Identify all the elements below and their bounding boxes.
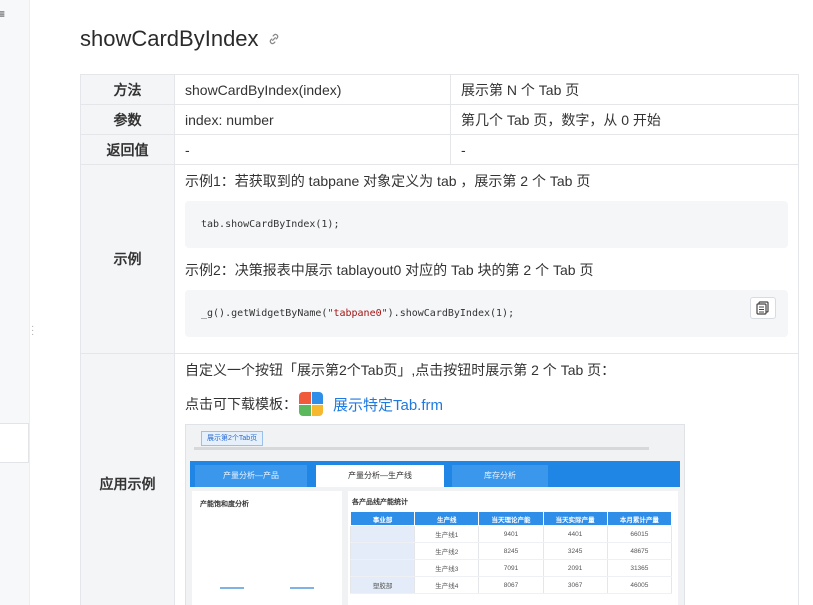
copy-button[interactable] — [750, 297, 776, 319]
preview-tab-active: 产量分析—生产线 — [316, 465, 444, 487]
preview-button: 展示第2个Tab页 — [201, 431, 264, 446]
preview-right-panel: 各产品线产能统计 事业部 生产线 当天理论产能 当天实际产量 本月累计产量 生产… — [348, 491, 678, 605]
code-text[interactable]: tab.showCardByIndex(1); — [201, 219, 339, 230]
sidebar-search-field[interactable] — [0, 423, 29, 463]
link-icon[interactable] — [267, 32, 281, 46]
resize-handle[interactable]: · · · — [31, 322, 34, 340]
preview-tab-bar: 产量分析—产品 产量分析—生产线 库存分析 — [190, 461, 680, 487]
preview-row: 生产线1 9401 4401 66015 — [349, 525, 673, 543]
preview-chart-bar — [290, 587, 314, 589]
row-header: 返回值 — [80, 134, 175, 165]
frm-file-icon — [299, 392, 323, 416]
row-header: 示例 — [80, 164, 175, 354]
application-cell: 自定义一个按钮「展示第2个Tab页」,点击按钮时展示第 2 个 Tab 页： 点… — [174, 353, 799, 605]
api-table: 方法 showCardByIndex(index) 展示第 N 个 Tab 页 … — [80, 74, 799, 605]
table-row-example: 示例 示例1：若获取到的 tabpane 对象定义为 tab ，展示第 2 个 … — [80, 164, 799, 354]
application-description: 自定义一个按钮「展示第2个Tab页」,点击按钮时展示第 2 个 Tab 页： — [185, 362, 616, 378]
sidebar: ≡ — [0, 0, 30, 605]
download-label: 点击可下载模板： — [185, 396, 297, 412]
row-header: 参数 — [80, 104, 175, 135]
download-link[interactable]: 展示特定Tab.frm — [333, 394, 443, 415]
preview-col-header: 生产线 — [414, 511, 480, 526]
menu-icon[interactable]: ≡ — [0, 8, 5, 20]
preview-tab: 产量分析—产品 — [195, 465, 307, 487]
preview-chart-bar — [220, 587, 244, 589]
preview-left-title: 产能饱和度分析 — [200, 501, 249, 508]
preview-row: 生产线2 8245 3245 48675 — [349, 542, 673, 560]
code-text[interactable]: _g().getWidgetByName("tabpane0").showCar… — [201, 308, 514, 319]
preview-col-header: 当天实际产量 — [542, 511, 608, 526]
param-signature: index: number — [174, 104, 451, 135]
method-description: 展示第 N 个 Tab 页 — [450, 74, 799, 105]
preview-col-header: 当天理论产能 — [478, 511, 544, 526]
row-header: 应用示例 — [80, 353, 175, 605]
preview-col-header: 事业部 — [349, 511, 416, 526]
param-description: 第几个 Tab 页，数字，从 0 开始 — [450, 104, 799, 135]
page-title-text: showCardByIndex — [80, 26, 259, 51]
preview-col-header: 本月累计产量 — [606, 511, 673, 526]
preview-table: 事业部 生产线 当天理论产能 当天实际产量 本月累计产量 生产线1 9401 440… — [349, 511, 673, 594]
preview-right-title: 各产品线产能统计 — [352, 499, 408, 506]
preview-row: 生产线3 7091 2091 31365 — [349, 559, 673, 577]
table-row-params: 参数 index: number 第几个 Tab 页，数字，从 0 开始 — [80, 104, 799, 135]
preview-tab: 库存分析 — [452, 465, 548, 487]
example1-text: 示例1：若获取到的 tabpane 对象定义为 tab ，展示第 2 个 Tab… — [185, 173, 591, 189]
method-signature: showCardByIndex(index) — [174, 74, 451, 105]
return-description: - — [450, 134, 799, 165]
table-row-method: 方法 showCardByIndex(index) 展示第 N 个 Tab 页 — [80, 74, 799, 105]
table-row-application: 应用示例 自定义一个按钮「展示第2个Tab页」,点击按钮时展示第 2 个 Tab… — [80, 353, 799, 605]
table-row-returns: 返回值 - - — [80, 134, 799, 165]
preview-scrollbar — [194, 447, 649, 450]
example-cell: 示例1：若获取到的 tabpane 对象定义为 tab ，展示第 2 个 Tab… — [174, 164, 799, 354]
page-title: showCardByIndex — [80, 26, 281, 52]
code-block-1: tab.showCardByIndex(1); — [185, 201, 788, 248]
preview-left-panel: 产能饱和度分析 — [192, 491, 342, 605]
code-block-2: _g().getWidgetByName("tabpane0").showCar… — [185, 290, 788, 337]
download-line: 点击可下载模板： 展示特定Tab.frm — [185, 392, 788, 416]
example2-text: 示例2：决策报表中展示 tablayout0 对应的 Tab 块的第 2 个 T… — [185, 262, 594, 278]
preview-row: 塑胶部 生产线4 8067 3067 46005 — [349, 576, 673, 594]
copy-icon — [756, 301, 769, 315]
row-header: 方法 — [80, 74, 175, 105]
return-type: - — [174, 134, 451, 165]
preview-screenshot: 展示第2个Tab页 产量分析—产品 产量分析—生产线 库存分析 产能饱和度分析 … — [185, 424, 685, 605]
